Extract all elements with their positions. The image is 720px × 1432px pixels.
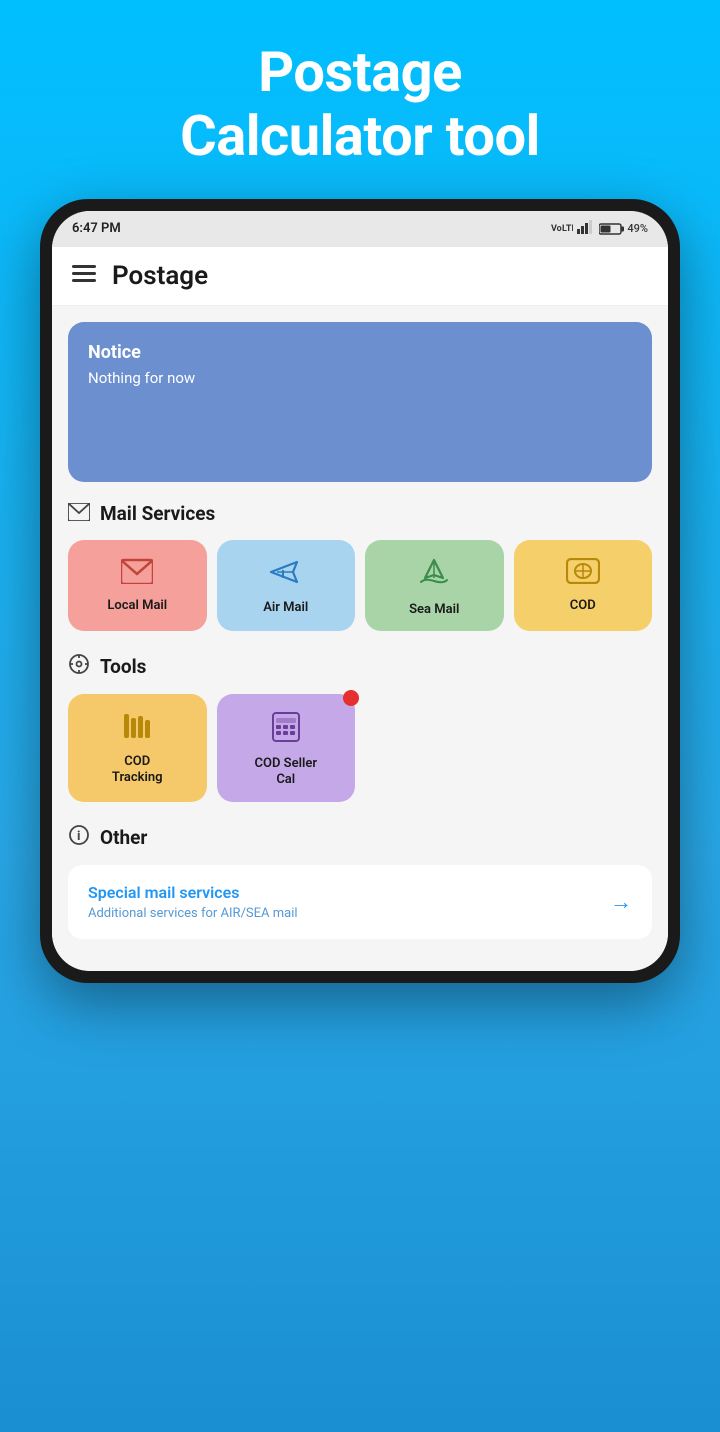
cod-icon [566,558,600,588]
battery-percent: 49% [627,222,648,235]
cod-seller-cal-card[interactable]: COD Seller Cal [217,694,356,801]
air-mail-icon [269,558,303,590]
sea-mail-card[interactable]: Sea Mail [365,540,504,632]
hamburger-button[interactable] [72,265,96,286]
other-icon: i [68,824,90,851]
svg-text:i: i [77,829,80,844]
cod-card[interactable]: COD [514,540,653,632]
svg-text:Vo: Vo [551,224,562,234]
mail-services-grid: Local Mail Air Mail [68,540,652,632]
notice-title: Notice [88,342,632,363]
arrow-icon: → [610,889,632,915]
tools-grid: COD Tracking [68,694,652,801]
signal-icon [577,220,595,237]
other-section-title: Other [100,826,147,849]
app-header: Postage [52,247,668,306]
phone-mockup: 6:47 PM Vo LTE [40,199,680,983]
battery-icon: 49% [599,222,648,236]
cod-seller-cal-label: COD Seller Cal [254,756,317,787]
notification-dot [343,690,359,706]
tools-section-title: Tools [100,655,146,678]
cod-tracking-card[interactable]: COD Tracking [68,694,207,801]
sea-mail-icon [417,558,451,592]
notice-body: Nothing for now [88,369,632,387]
air-mail-card[interactable]: Air Mail [217,540,356,632]
mail-services-icon [68,502,90,526]
svg-text:LTE: LTE [562,224,573,234]
local-mail-card[interactable]: Local Mail [68,540,207,632]
cod-tracking-icon [122,712,152,744]
local-mail-label: Local Mail [107,598,167,614]
status-time: 6:47 PM [72,221,121,236]
cod-tracking-label: COD Tracking [112,754,163,785]
mail-services-section-title: Mail Services [100,502,215,525]
sea-mail-label: Sea Mail [409,602,459,618]
air-mail-label: Air Mail [263,600,308,616]
network-icon: Vo LTE [551,220,573,237]
local-mail-icon [121,558,153,588]
app-title: Postage Calculator tool [180,40,540,169]
cod-seller-icon [272,712,300,746]
special-mail-card[interactable]: Special mail services Additional service… [68,865,652,939]
app-header-title: Postage [112,261,208,291]
tools-icon [68,653,90,680]
special-mail-title: Special mail services [88,883,298,902]
cod-label: COD [570,598,596,614]
status-bar: 6:47 PM Vo LTE [52,211,668,247]
notice-card: Notice Nothing for now [68,322,652,482]
special-mail-subtitle: Additional services for AIR/SEA mail [88,906,298,921]
